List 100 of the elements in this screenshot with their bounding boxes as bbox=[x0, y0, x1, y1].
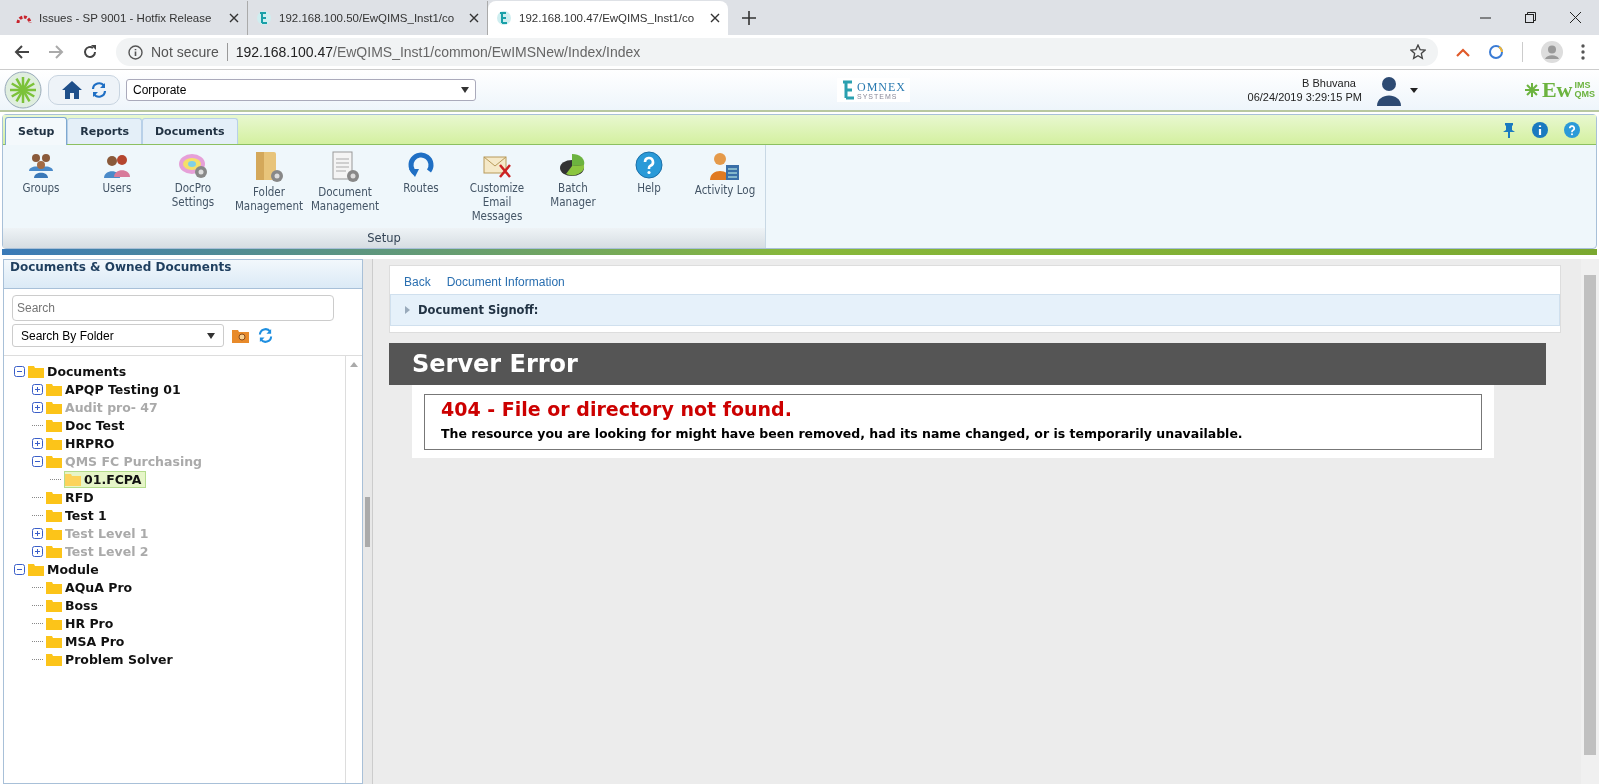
collapse-icon[interactable] bbox=[14, 563, 25, 575]
folder-icon bbox=[46, 652, 62, 666]
tree-item[interactable]: HRPRO bbox=[65, 435, 115, 451]
star-icon[interactable] bbox=[1410, 44, 1426, 60]
ribbon-tab[interactable]: Setup bbox=[5, 117, 68, 145]
folder-icon bbox=[46, 436, 62, 450]
ribbon-button[interactable]: Routes bbox=[403, 181, 439, 195]
close-icon[interactable] bbox=[469, 13, 479, 23]
folder-icon bbox=[46, 544, 62, 558]
ribbon-tab[interactable]: Reports bbox=[67, 118, 142, 144]
info-icon bbox=[128, 44, 143, 60]
ribbon-button[interactable]: Customize Email Messages bbox=[469, 181, 525, 223]
ribbon-button[interactable]: Folder Management bbox=[234, 185, 304, 213]
tab-title: 192.168.100.50/EwQIMS_Inst1/co bbox=[279, 12, 456, 24]
close-icon[interactable] bbox=[710, 13, 720, 23]
expand-icon[interactable] bbox=[32, 437, 43, 449]
tree-item[interactable]: Documents bbox=[47, 363, 127, 379]
address-field[interactable]: Not secure 192.168.100.47/EwQIMS_Inst1/common/EwIMSNew/Index/Index bbox=[116, 38, 1438, 66]
tree-item[interactable]: APQP Testing 01 bbox=[65, 381, 181, 397]
error-heading: 404 - File or directory not found. bbox=[441, 398, 793, 420]
caret-icon bbox=[461, 87, 469, 93]
home-icon[interactable] bbox=[61, 80, 83, 100]
folder-icon bbox=[46, 616, 62, 630]
scrollbar-thumb[interactable] bbox=[1584, 275, 1596, 755]
restore-icon[interactable] bbox=[1525, 12, 1536, 23]
expand-icon[interactable] bbox=[32, 383, 43, 395]
ribbon-tab[interactable]: Documents bbox=[141, 118, 238, 144]
profile-icon[interactable] bbox=[1541, 41, 1563, 63]
date-time: 06/24/2019 3:29:15 PM bbox=[1247, 90, 1362, 104]
tree-item[interactable]: RFD bbox=[65, 489, 94, 505]
nav-link[interactable]: Back bbox=[404, 275, 431, 289]
folder-icon bbox=[46, 490, 62, 504]
menu-icon[interactable] bbox=[1581, 44, 1585, 60]
new-tab-icon[interactable] bbox=[742, 11, 756, 25]
section-header[interactable]: Document Signoff: bbox=[390, 294, 1560, 326]
filter-dropdown[interactable]: Search By Folder bbox=[12, 324, 224, 347]
person-chart-icon bbox=[710, 151, 740, 181]
folder-icon bbox=[46, 382, 62, 396]
tree-item[interactable]: MSA Pro bbox=[65, 633, 125, 649]
search-field[interactable]: Search bbox=[12, 295, 334, 321]
tree-item[interactable]: AQuA Pro bbox=[65, 579, 133, 595]
ribbon-button[interactable]: Users bbox=[102, 181, 132, 195]
site-dropdown[interactable]: Corporate bbox=[126, 79, 476, 101]
section-title: Document Signoff: bbox=[418, 303, 539, 317]
tree-item[interactable]: Boss bbox=[65, 597, 98, 613]
help-icon[interactable] bbox=[1564, 121, 1580, 138]
folder-icon bbox=[46, 598, 62, 612]
folder-icon bbox=[46, 508, 62, 522]
refresh-icon[interactable] bbox=[258, 328, 273, 343]
tree-item[interactable]: Problem Solver bbox=[65, 651, 173, 667]
error-message: The resource you are looking for might have been removed, had its name changed, or is temporarily unavailable. bbox=[441, 426, 1244, 441]
back-arrow-icon[interactable] bbox=[14, 44, 30, 60]
ribbon-button[interactable]: Help bbox=[637, 181, 661, 195]
folder-gear-icon bbox=[254, 151, 284, 183]
app-logo-icon bbox=[256, 10, 272, 26]
tree-item[interactable]: Test 1 bbox=[65, 507, 107, 523]
url-text: 192.168.100.47/EwQIMS_Inst1/common/EwIMSNew/Index/Index bbox=[235, 44, 641, 60]
folder-search-icon[interactable] bbox=[232, 328, 250, 343]
refresh-icon[interactable] bbox=[91, 82, 107, 98]
group-label: Setup bbox=[3, 228, 765, 248]
ribbon-button[interactable]: DocPro Settings bbox=[171, 181, 215, 209]
folder-icon bbox=[46, 526, 62, 540]
ribbon-button[interactable]: Activity Log bbox=[694, 183, 756, 197]
browser-tab[interactable]: 192.168.100.47/EwQIMS_Inst1/co bbox=[488, 1, 728, 35]
help-icon bbox=[635, 151, 663, 179]
caret-icon[interactable] bbox=[1409, 87, 1418, 93]
close-icon[interactable] bbox=[229, 13, 239, 23]
extension-icon[interactable] bbox=[1488, 44, 1504, 60]
ribbon-button[interactable]: Document Management bbox=[310, 185, 380, 213]
user-name: B Bhuvana bbox=[1302, 76, 1356, 90]
tab-title: 192.168.100.47/EwQIMS_Inst1/co bbox=[519, 12, 696, 24]
collapse-icon[interactable] bbox=[14, 365, 25, 377]
nav-link[interactable]: Document Information bbox=[446, 275, 565, 289]
tree-item[interactable]: HR Pro bbox=[65, 615, 114, 631]
folder-icon bbox=[46, 634, 62, 648]
pin-icon[interactable] bbox=[1502, 121, 1516, 138]
ribbon-button[interactable]: Batch Manager bbox=[550, 181, 596, 209]
circular-arrow-icon bbox=[407, 151, 435, 179]
folder-icon bbox=[28, 364, 44, 378]
document-gear-icon bbox=[330, 151, 360, 183]
chevron-up-icon[interactable] bbox=[1456, 47, 1470, 57]
tree-item[interactable]: Module bbox=[47, 561, 99, 577]
tree-item[interactable]: Doc Test bbox=[65, 417, 125, 433]
folder-icon bbox=[28, 562, 44, 576]
folder-icon bbox=[46, 400, 62, 414]
security-label: Not secure bbox=[151, 44, 219, 60]
error-title: Server Error bbox=[389, 343, 1546, 385]
ribbon-button[interactable]: Groups bbox=[22, 181, 60, 195]
info-icon[interactable] bbox=[1532, 121, 1548, 138]
folder-icon bbox=[46, 418, 62, 432]
tab-title: Issues - SP 9001 - Hotfix Release bbox=[39, 12, 213, 24]
close-icon[interactable] bbox=[1570, 12, 1581, 23]
app-logo-icon bbox=[496, 10, 512, 26]
folder-icon bbox=[46, 580, 62, 594]
caret-icon bbox=[207, 332, 215, 339]
color-disc-gear-icon bbox=[178, 151, 208, 179]
people-group-icon bbox=[27, 151, 55, 179]
reload-icon[interactable] bbox=[82, 44, 98, 60]
starburst-logo-icon[interactable] bbox=[4, 71, 42, 109]
panel-title: Documents & Owned Documents bbox=[4, 260, 362, 289]
